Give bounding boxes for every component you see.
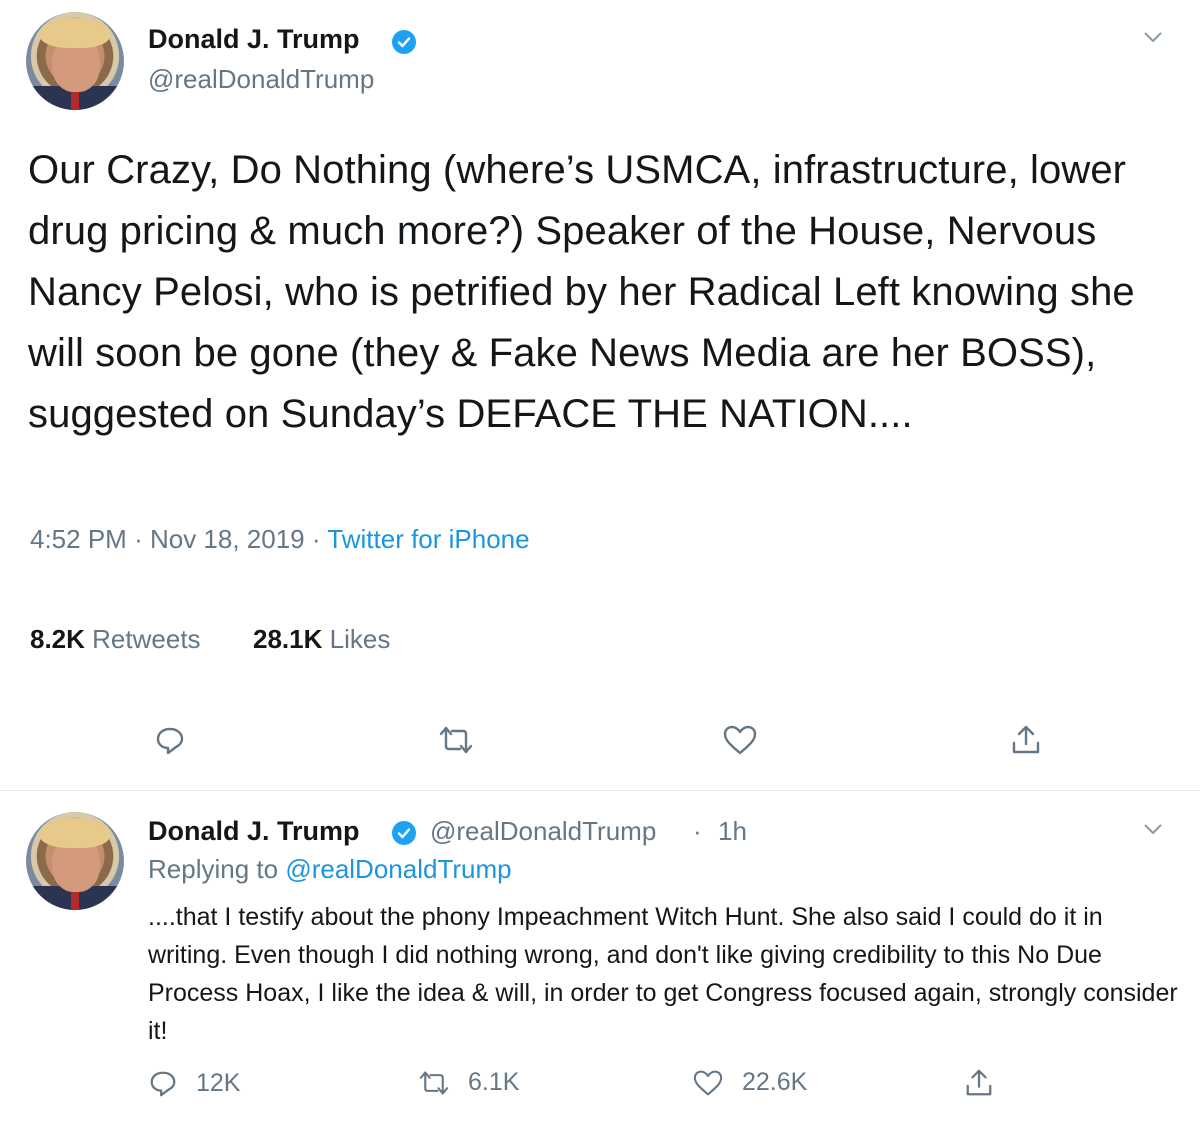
heart-icon <box>723 725 757 755</box>
chevron-down-icon[interactable] <box>1142 816 1164 842</box>
likes-count: 28.1K <box>253 624 323 654</box>
chevron-down-icon[interactable] <box>1142 24 1164 50</box>
avatar[interactable] <box>26 812 124 910</box>
likes-label: Likes <box>329 624 391 654</box>
divider <box>0 790 1200 791</box>
tweet-text: Our Crazy, Do Nothing (where’s USMCA, in… <box>28 148 1135 436</box>
like-button[interactable]: 22.6K <box>692 1068 807 1097</box>
meta-separator: · <box>693 816 702 846</box>
tweet-time[interactable]: 4:52 PM <box>30 524 127 554</box>
replying-to: Replying to @realDonaldTrump <box>148 854 512 885</box>
author-handle[interactable]: @realDonaldTrump <box>148 64 374 95</box>
like-count: 22.6K <box>742 1068 808 1096</box>
reply-icon <box>150 1071 176 1097</box>
tweet-stats: 8.2K Retweets 28.1K Likes <box>30 624 390 655</box>
retweets-label: Retweets <box>92 624 201 654</box>
retweets-count: 8.2K <box>30 624 85 654</box>
reply-button[interactable]: 12K <box>148 1068 240 1098</box>
share-button[interactable] <box>1008 722 1044 758</box>
verified-badge-icon <box>392 821 416 845</box>
retweet-count: 6.1K <box>468 1068 520 1096</box>
retweet-icon <box>419 1070 449 1095</box>
avatar[interactable] <box>26 12 124 110</box>
share-icon <box>966 1069 992 1096</box>
likes-stat[interactable]: 28.1K Likes <box>253 624 390 654</box>
author-name[interactable]: Donald J. Trump <box>148 816 360 847</box>
author-handle[interactable]: @realDonaldTrump <box>430 816 656 847</box>
share-icon <box>1012 725 1040 754</box>
share-button[interactable] <box>964 1068 1012 1098</box>
author-name[interactable]: Donald J. Trump <box>148 24 360 55</box>
like-button[interactable] <box>722 722 758 758</box>
meta-separator: · <box>311 524 328 554</box>
tweet-text: ....that I testify about the phony Impea… <box>148 903 1178 1045</box>
meta-separator: · <box>134 524 150 554</box>
retweet-button[interactable] <box>438 722 474 758</box>
tweet-metadata: 4:52 PM · Nov 18, 2019 · Twitter for iPh… <box>30 524 530 555</box>
replying-to-handle[interactable]: @realDonaldTrump <box>285 854 511 884</box>
tweet-age[interactable]: 1h <box>718 816 747 847</box>
retweet-button[interactable]: 6.1K <box>418 1068 519 1097</box>
retweet-icon <box>439 726 473 754</box>
heart-icon <box>693 1070 723 1095</box>
tweet-source-link[interactable]: Twitter for iPhone <box>327 524 529 554</box>
reply-count: 12K <box>196 1068 241 1097</box>
verified-badge-icon <box>392 30 416 54</box>
reply-icon <box>156 727 184 755</box>
reply-button[interactable] <box>152 722 188 758</box>
tweet-date[interactable]: Nov 18, 2019 <box>150 524 305 554</box>
retweets-stat[interactable]: 8.2K Retweets <box>30 624 201 654</box>
replying-to-label: Replying to <box>148 854 279 884</box>
